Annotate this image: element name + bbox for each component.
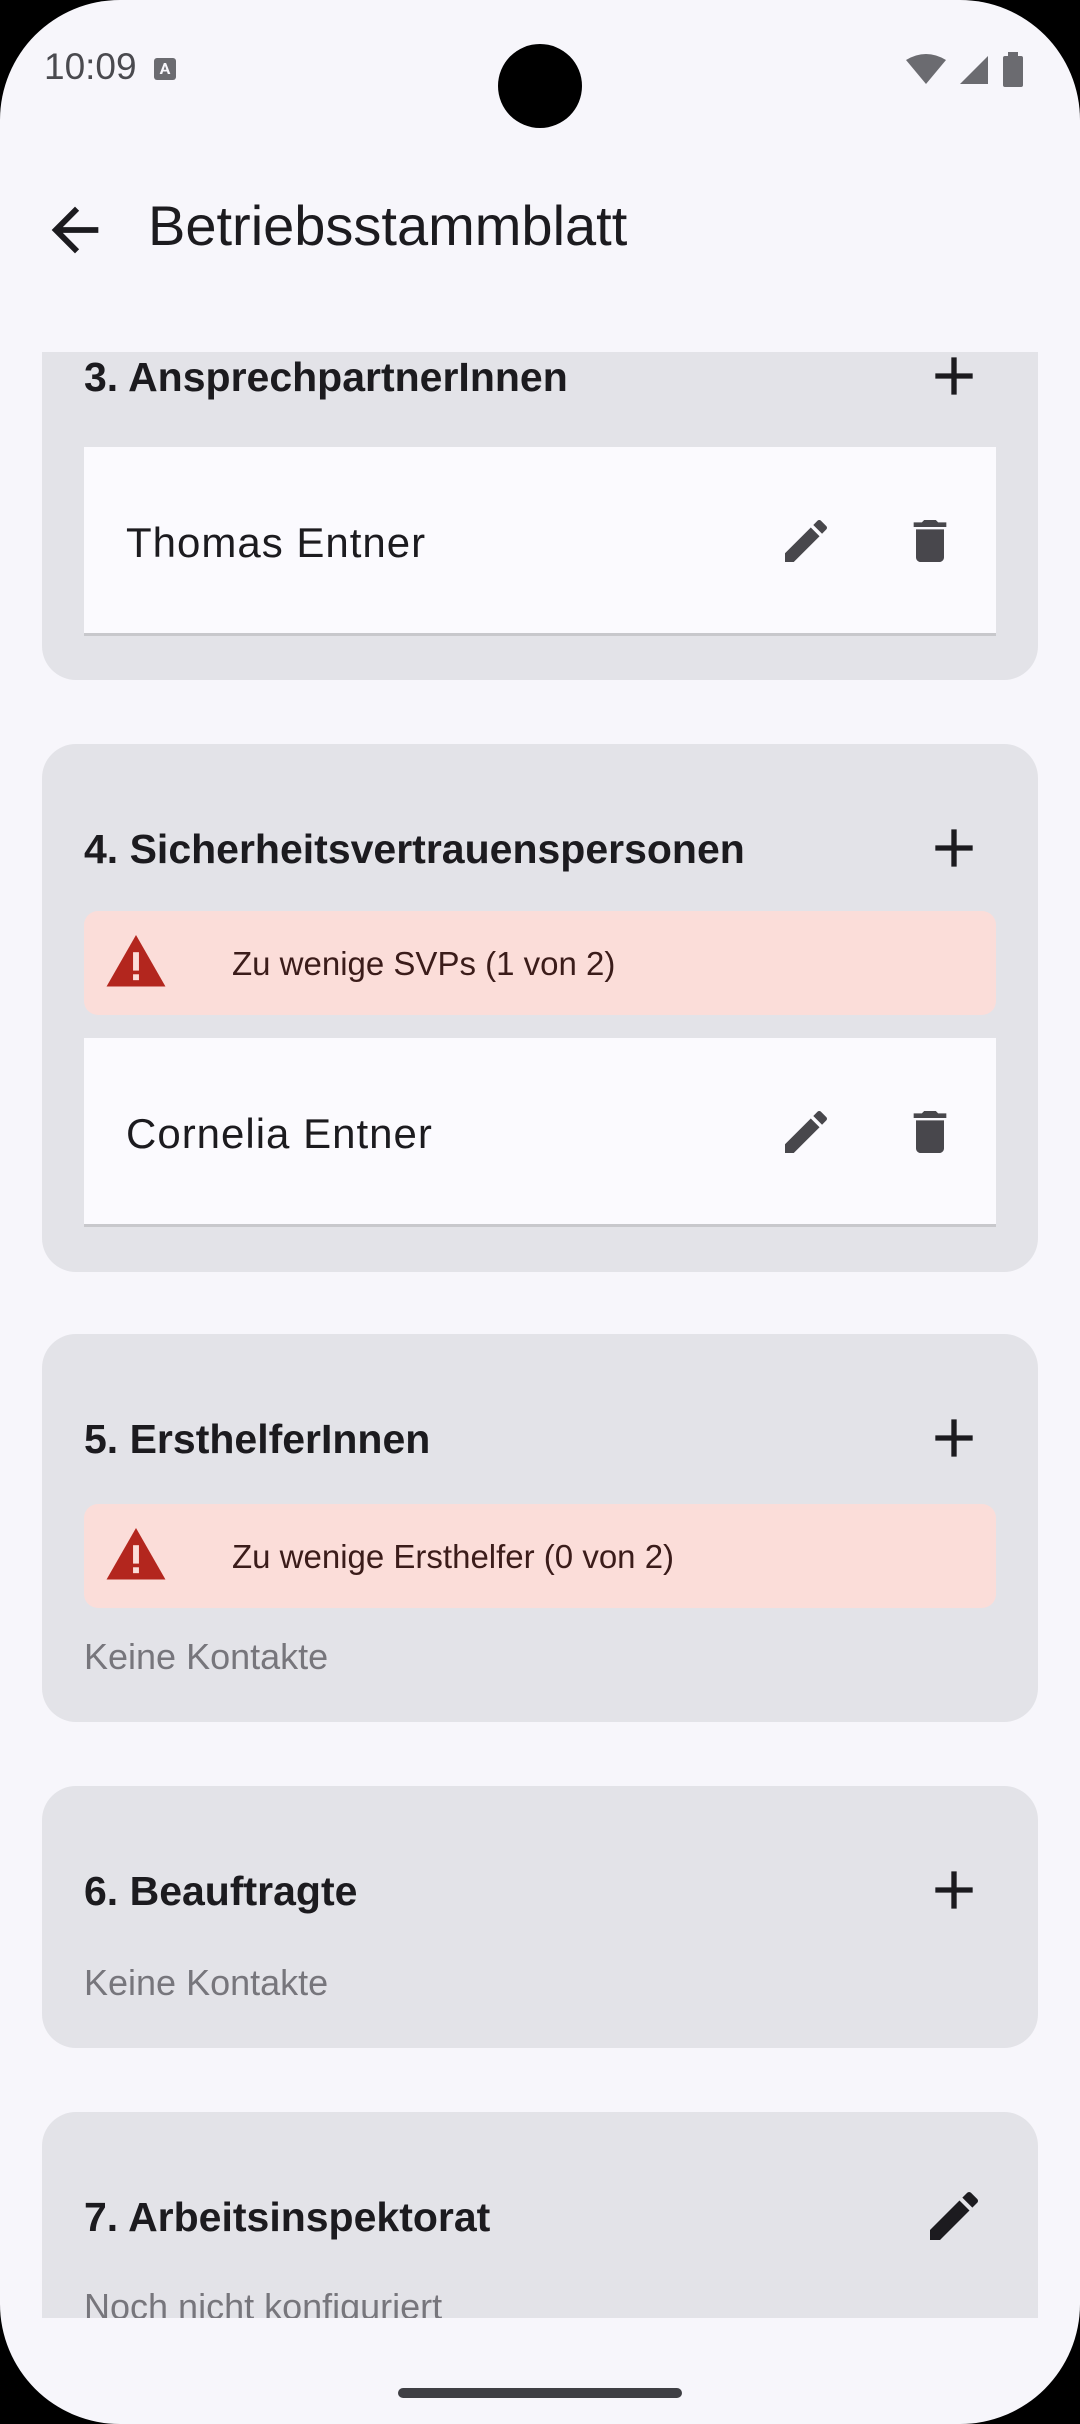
warning-triangle-icon: [106, 1528, 166, 1580]
section-card-beauftragte: 6. Beauftragte Keine Kontakte: [42, 1786, 1038, 2048]
wifi-icon: [906, 54, 946, 84]
top-app-bar: Betriebsstammblatt: [0, 175, 1080, 275]
pencil-icon: [785, 1110, 828, 1153]
trash-icon: [913, 520, 947, 562]
contact-row[interactable]: Cornelia Entner: [84, 1038, 996, 1227]
battery-icon: [1003, 52, 1023, 87]
section-card-svp: 4. Sicherheitsvertrauenspersonen Zu weni…: [42, 744, 1038, 1272]
warning-text: Zu wenige Ersthelfer (0 von 2): [232, 1538, 675, 1575]
plus-icon: [935, 829, 973, 867]
delete-contact-button[interactable]: [902, 1104, 958, 1160]
add-beauftragte-button[interactable]: [922, 1858, 986, 1922]
warning-text: Zu wenige SVPs (1 von 2): [232, 945, 616, 982]
section-title: 4. Sicherheitsvertrauenspersonen: [84, 826, 745, 872]
trash-icon: [913, 1111, 947, 1153]
add-ansprechpartner-button[interactable]: [922, 352, 986, 408]
plus-icon: [935, 1871, 973, 1909]
system-icons: [906, 52, 1024, 88]
content-scroll-area[interactable]: 3. AnsprechpartnerInnen Thomas Entner 4.…: [0, 352, 1080, 2318]
pencil-icon: [785, 519, 828, 562]
add-svp-button[interactable]: [922, 816, 986, 880]
section-card-ersthelfer: 5. ErsthelferInnen Zu wenige Ersthelfer …: [42, 1334, 1038, 1722]
section-title: 6. Beauftragte: [84, 1868, 358, 1914]
section-title: 7. Arbeitsinspektorat: [84, 2194, 491, 2240]
edit-arbeitsinspektorat-button[interactable]: [922, 2184, 986, 2248]
pencil-icon: [930, 2191, 979, 2240]
section-title: 5. ErsthelferInnen: [84, 1416, 431, 1462]
empty-state-text: Keine Kontakte: [84, 1636, 329, 1677]
plus-icon: [935, 1419, 973, 1457]
notification-a-icon: A: [154, 58, 176, 80]
empty-state-text: Keine Kontakte: [84, 1962, 329, 2003]
arrow-back-icon: [51, 206, 99, 254]
phone-screen: 10:09 A Betriebsstammblatt 3. Ansprechpa…: [0, 0, 1080, 2424]
contact-name: Cornelia Entner: [126, 1110, 433, 1157]
empty-state-text: Noch nicht konfiguriert: [84, 2286, 443, 2318]
warning-triangle-icon: [106, 935, 166, 987]
edit-contact-button[interactable]: [778, 1104, 834, 1160]
signal-icon: [960, 56, 988, 84]
status-bar: 10:09 A: [0, 0, 1080, 140]
camera-cutout: [498, 44, 582, 128]
contact-name: Thomas Entner: [126, 519, 427, 566]
edit-contact-button[interactable]: [778, 513, 834, 569]
contact-row[interactable]: Thomas Entner: [84, 447, 996, 636]
delete-contact-button[interactable]: [902, 513, 958, 569]
add-ersthelfer-button[interactable]: [922, 1406, 986, 1470]
back-button[interactable]: [40, 195, 110, 265]
status-time: 10:09: [44, 46, 137, 87]
section-title: 3. AnsprechpartnerInnen: [84, 354, 568, 400]
section-card-arbeitsinspektorat: 7. Arbeitsinspektorat Noch nicht konfigu…: [42, 2112, 1038, 2318]
home-indicator[interactable]: [398, 2388, 682, 2398]
plus-icon: [935, 357, 973, 395]
warning-banner: Zu wenige Ersthelfer (0 von 2): [84, 1504, 996, 1608]
warning-banner: Zu wenige SVPs (1 von 2): [84, 911, 996, 1015]
section-card-ansprechpartner: 3. AnsprechpartnerInnen Thomas Entner: [42, 352, 1038, 680]
page-title: Betriebsstammblatt: [148, 194, 628, 257]
